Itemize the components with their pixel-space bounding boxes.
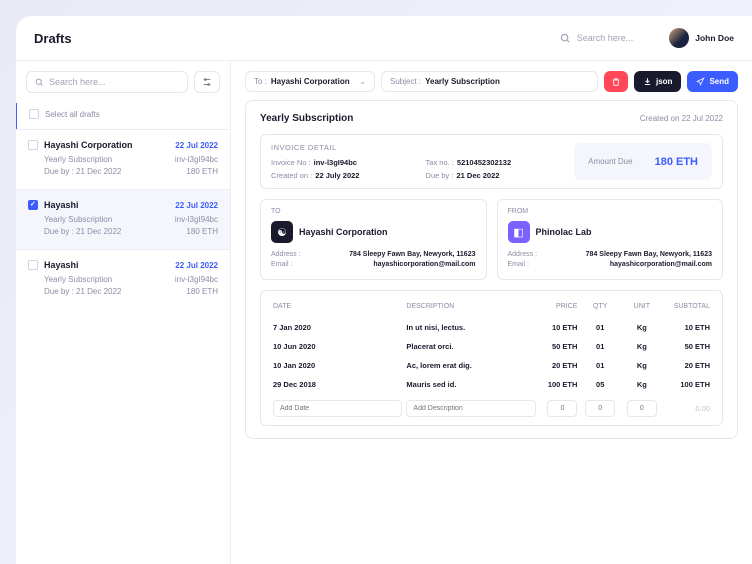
col-qty: QTY xyxy=(579,299,621,318)
trash-icon xyxy=(611,77,621,87)
user-name: John Doe xyxy=(695,33,734,43)
draft-due: Due by : 21 Dec 2022 xyxy=(44,227,121,236)
topbar: Drafts Search here... John Doe xyxy=(16,16,752,60)
send-label: Send xyxy=(709,77,729,86)
subject-input[interactable]: Subject : Yearly Subscription xyxy=(381,71,598,92)
draft-date: 22 Jul 2022 xyxy=(175,141,218,150)
checkbox[interactable] xyxy=(28,140,38,150)
col-subtotal: SUBTOTAL xyxy=(663,299,712,318)
invoice-detail-title: INVOICE DETAIL xyxy=(271,143,562,152)
main-area: Search here... Select all drafts Hayashi… xyxy=(16,60,752,564)
draft-name: Hayashi xyxy=(44,200,79,210)
global-search[interactable]: Search here... xyxy=(560,33,634,44)
content-area: To : Hayashi Corporation ⌄ Subject : Yea… xyxy=(231,61,752,564)
invoice-title: Yearly Subscription xyxy=(260,113,353,124)
phinolac-logo: ◧ xyxy=(508,221,530,243)
page-title: Drafts xyxy=(34,31,72,46)
user-menu[interactable]: John Doe xyxy=(669,28,734,48)
add-date-input[interactable] xyxy=(273,400,402,417)
checkbox[interactable] xyxy=(28,200,38,210)
delete-button[interactable] xyxy=(604,71,628,92)
col-price: PRICE xyxy=(538,299,580,318)
draft-name: Hayashi Corporation xyxy=(44,140,133,150)
draft-due: Due by : 21 Dec 2022 xyxy=(44,167,121,176)
col-unit: UNIT xyxy=(621,299,663,318)
party-from-label: FROM xyxy=(508,208,713,215)
party-to: TO ☯ Hayashi Corporation Address :784 Sl… xyxy=(260,199,487,280)
json-button[interactable]: json xyxy=(634,71,681,92)
amount-due-value: 180 ETH xyxy=(655,156,698,168)
invoice-created: Created on 22 Jul 2022 xyxy=(640,114,723,123)
subject-label: Subject : xyxy=(390,77,421,86)
filter-button[interactable] xyxy=(194,71,220,93)
draft-amount: 180 ETH xyxy=(186,227,218,236)
party-to-name: Hayashi Corporation xyxy=(299,227,388,237)
draft-amount: 180 ETH xyxy=(186,167,218,176)
table-row: 29 Dec 2018Mauris sed id.100 ETH05Kg100 … xyxy=(271,375,712,394)
col-date: DATE xyxy=(271,299,404,318)
draft-due: Due by : 21 Dec 2022 xyxy=(44,287,121,296)
send-button[interactable]: Send xyxy=(687,71,738,92)
draft-item[interactable]: Hayashi 22 Jul 2022 Yearly Subscription i… xyxy=(16,249,230,309)
avatar xyxy=(669,28,689,48)
draft-invoice: inv-l3gI94bc xyxy=(175,215,218,224)
sidebar-search-placeholder: Search here... xyxy=(49,77,106,87)
line-items-table: DATE DESCRIPTION PRICE QTY UNIT SUBTOTAL… xyxy=(260,290,723,426)
json-label: json xyxy=(656,77,672,86)
table-row: 10 Jun 2020Placerat orci.50 ETH01Kg50 ET… xyxy=(271,337,712,356)
draft-date: 22 Jul 2022 xyxy=(175,201,218,210)
table-row: 10 Jan 2020Ac, lorem erat dig.20 ETH01Kg… xyxy=(271,356,712,375)
add-row: 0.00 xyxy=(271,394,712,425)
toolbar: To : Hayashi Corporation ⌄ Subject : Yea… xyxy=(245,71,738,92)
draft-subject: Yearly Subscription xyxy=(44,155,112,164)
select-all-drafts[interactable]: Select all drafts xyxy=(16,103,230,129)
draft-invoice: inv-l3gI94bc xyxy=(175,155,218,164)
draft-item[interactable]: Hayashi Corporation 22 Jul 2022 Yearly S… xyxy=(16,129,230,189)
invoice-card: Yearly Subscription Created on 22 Jul 20… xyxy=(245,100,738,439)
add-price-input[interactable] xyxy=(547,400,577,417)
subject-value: Yearly Subscription xyxy=(425,77,500,86)
draft-name: Hayashi xyxy=(44,260,79,270)
draft-date: 22 Jul 2022 xyxy=(175,261,218,270)
draft-invoice: inv-l3gI94bc xyxy=(175,275,218,284)
draft-item[interactable]: Hayashi 22 Jul 2022 Yearly Subscription i… xyxy=(16,189,230,249)
invoice-detail-box: INVOICE DETAIL Invoice No :inv-l3gI94bc … xyxy=(260,134,723,189)
add-desc-input[interactable] xyxy=(406,400,535,417)
checkbox[interactable] xyxy=(28,260,38,270)
table-row: 7 Jan 2020In ut nisi, lectus.10 ETH01Kg1… xyxy=(271,318,712,337)
party-from-name: Phinolac Lab xyxy=(536,227,592,237)
send-icon xyxy=(696,77,705,86)
draft-subject: Yearly Subscription xyxy=(44,215,112,224)
checkbox[interactable] xyxy=(29,109,39,119)
to-label: To : xyxy=(254,77,267,86)
add-subtotal: 0.00 xyxy=(663,394,712,425)
col-desc: DESCRIPTION xyxy=(404,299,537,318)
to-value: Hayashi Corporation xyxy=(271,77,350,86)
draft-amount: 180 ETH xyxy=(186,287,218,296)
download-icon xyxy=(643,77,652,86)
search-icon xyxy=(35,78,44,87)
global-search-placeholder: Search here... xyxy=(577,33,634,43)
select-all-label: Select all drafts xyxy=(45,110,100,119)
sidebar-search[interactable]: Search here... xyxy=(26,71,188,93)
to-select[interactable]: To : Hayashi Corporation ⌄ xyxy=(245,71,375,92)
amount-due-label: Amount Due xyxy=(588,157,632,166)
draft-subject: Yearly Subscription xyxy=(44,275,112,284)
sliders-icon xyxy=(202,77,212,87)
hayashi-logo: ☯ xyxy=(271,221,293,243)
search-icon xyxy=(560,33,571,44)
add-unit-input[interactable] xyxy=(627,400,657,417)
amount-due-box: Amount Due 180 ETH xyxy=(574,143,712,180)
chevron-down-icon: ⌄ xyxy=(359,77,366,86)
add-qty-input[interactable] xyxy=(585,400,615,417)
party-to-label: TO xyxy=(271,208,476,215)
sidebar: Search here... Select all drafts Hayashi… xyxy=(16,61,231,564)
party-from: FROM ◧ Phinolac Lab Address :784 Sleepy … xyxy=(497,199,724,280)
app-window: Drafts Search here... John Doe Search he… xyxy=(16,16,752,564)
